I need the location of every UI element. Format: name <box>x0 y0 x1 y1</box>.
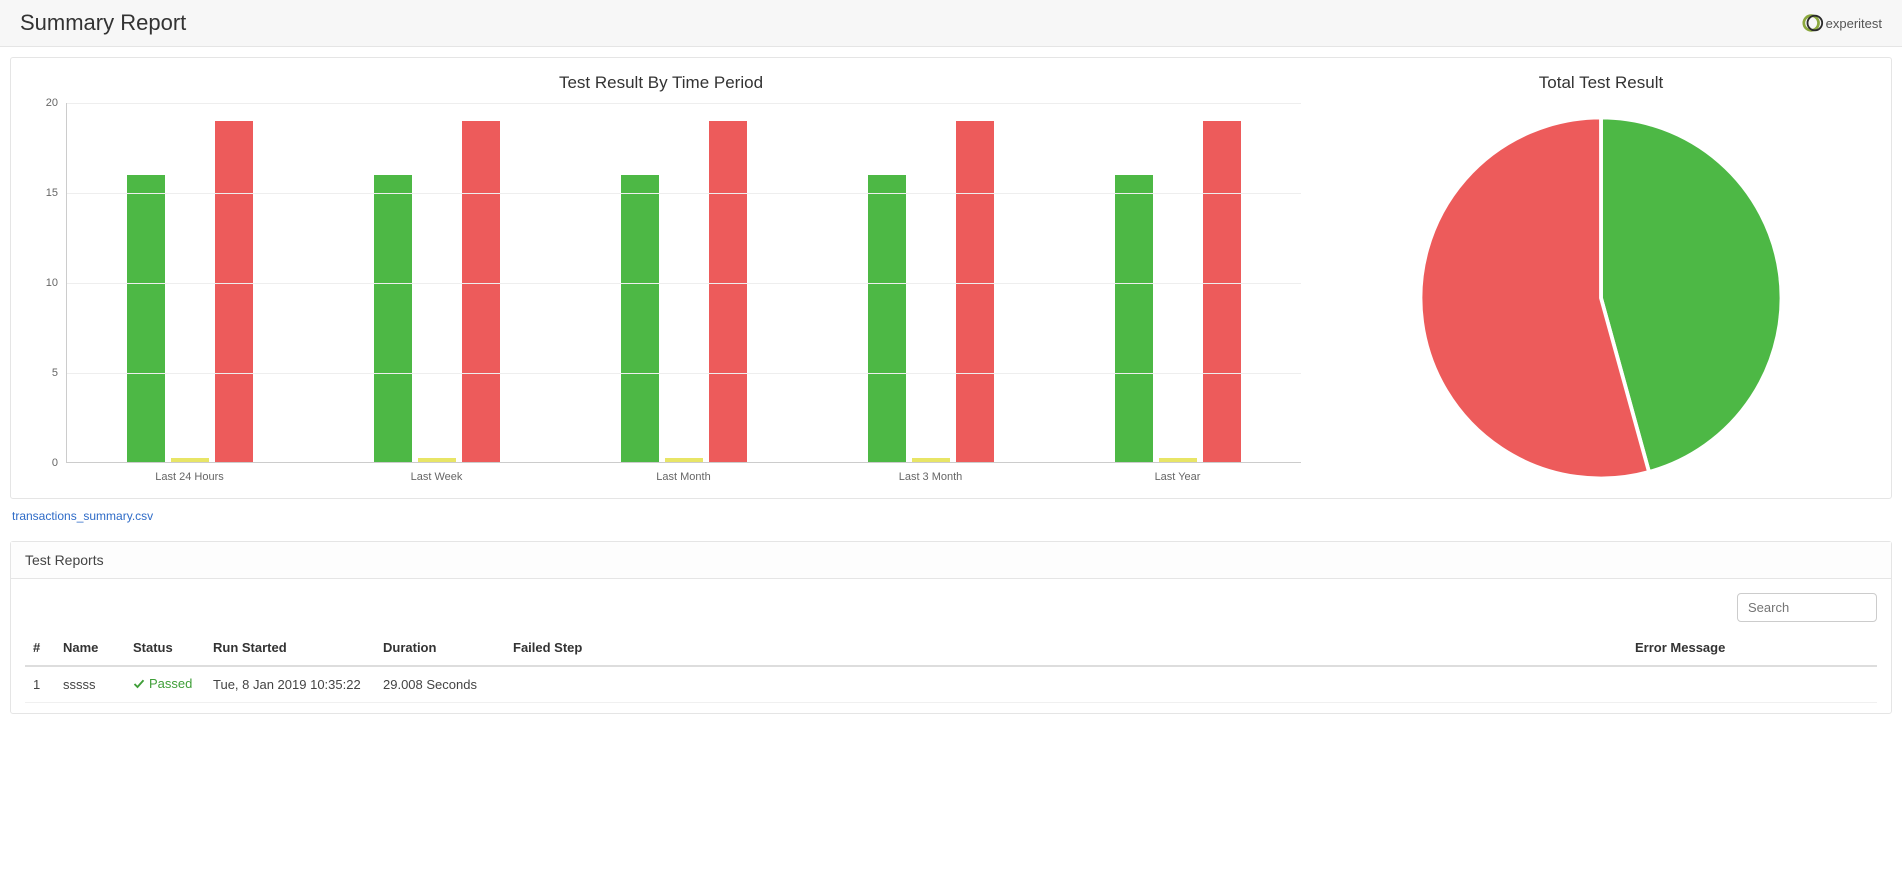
cell-failed-step <box>505 666 1627 702</box>
bar-passed[interactable] <box>621 175 659 462</box>
col-header-run[interactable]: Run Started <box>205 630 375 666</box>
csv-download-link[interactable]: transactions_summary.csv <box>12 509 1890 523</box>
cell-name: sssss <box>55 666 125 702</box>
bar-passed[interactable] <box>868 175 906 462</box>
gridline <box>67 373 1301 374</box>
table-row[interactable]: 1sssss Passed Tue, 8 Jan 2019 10:35:2229.0… <box>25 666 1877 702</box>
x-label: Last Year <box>1054 465 1301 483</box>
y-tick: 15 <box>46 187 58 199</box>
bar-skipped[interactable] <box>665 458 703 462</box>
x-label: Last 3 Month <box>807 465 1054 483</box>
cell-duration: 29.008 Seconds <box>375 666 505 702</box>
cell-run-started: Tue, 8 Jan 2019 10:35:22 <box>205 666 375 702</box>
col-header-failed[interactable]: Failed Step <box>505 630 1627 666</box>
col-header-name[interactable]: Name <box>55 630 125 666</box>
gridline <box>67 103 1301 104</box>
search-input[interactable] <box>1737 593 1877 622</box>
bar-chart-plot-area <box>66 103 1301 463</box>
cell-num: 1 <box>25 666 55 702</box>
bar-chart-y-axis: 05101520 <box>21 103 66 463</box>
x-label: Last Month <box>560 465 807 483</box>
bar-chart-section: Test Result By Time Period 0 5 10 15 20 Last… <box>21 73 1301 488</box>
gridline <box>67 193 1301 194</box>
brand-logo-text: experitest <box>1826 16 1882 31</box>
bar-passed[interactable] <box>1115 175 1153 462</box>
test-reports-title: Test Reports <box>11 542 1891 579</box>
y-tick: 0 <box>52 457 58 469</box>
cell-status: Passed <box>125 666 205 702</box>
bar-skipped[interactable] <box>1159 458 1197 462</box>
check-icon <box>133 678 145 690</box>
col-header-error[interactable]: Error Message <box>1627 630 1877 666</box>
col-header-num[interactable]: # <box>25 630 55 666</box>
col-header-duration[interactable]: Duration <box>375 630 505 666</box>
bar-chart: 05101520 Last 24 HoursLast WeekLast Mont… <box>21 103 1301 483</box>
x-label: Last Week <box>313 465 560 483</box>
bar-failed[interactable] <box>462 121 500 462</box>
bar-failed[interactable] <box>215 121 253 462</box>
pie-chart-wrap <box>1321 103 1881 488</box>
y-tick: 20 <box>46 97 58 109</box>
table-controls <box>11 579 1891 630</box>
pie-chart-title: Total Test Result <box>1321 73 1881 93</box>
page-header: Summary Report experitest <box>0 0 1902 47</box>
test-reports-panel: Test Reports # Name Status Run Started D… <box>10 541 1892 714</box>
table-header-row: # Name Status Run Started Duration Faile… <box>25 630 1877 666</box>
y-tick: 5 <box>52 367 58 379</box>
col-header-status[interactable]: Status <box>125 630 205 666</box>
bar-failed[interactable] <box>1203 121 1241 462</box>
bar-skipped[interactable] <box>171 458 209 462</box>
bar-skipped[interactable] <box>418 458 456 462</box>
gridline <box>67 283 1301 284</box>
pie-chart <box>1411 108 1791 488</box>
status-badge: Passed <box>133 676 192 691</box>
brand-logo: experitest <box>1802 12 1882 34</box>
experitest-logo-icon <box>1802 12 1824 34</box>
bar-passed[interactable] <box>127 175 165 462</box>
charts-panel: Test Result By Time Period 0 5 10 15 20 Last… <box>10 57 1892 499</box>
bar-skipped[interactable] <box>912 458 950 462</box>
y-tick: 10 <box>46 277 58 289</box>
test-reports-table: # Name Status Run Started Duration Faile… <box>25 630 1877 703</box>
bar-failed[interactable] <box>709 121 747 462</box>
bar-failed[interactable] <box>956 121 994 462</box>
pie-chart-section: Total Test Result <box>1321 73 1881 488</box>
x-label: Last 24 Hours <box>66 465 313 483</box>
page-title: Summary Report <box>20 10 186 36</box>
bar-chart-title: Test Result By Time Period <box>21 73 1301 93</box>
bar-passed[interactable] <box>374 175 412 462</box>
bar-chart-x-axis: Last 24 HoursLast WeekLast MonthLast 3 M… <box>66 465 1301 483</box>
cell-error-message <box>1627 666 1877 702</box>
